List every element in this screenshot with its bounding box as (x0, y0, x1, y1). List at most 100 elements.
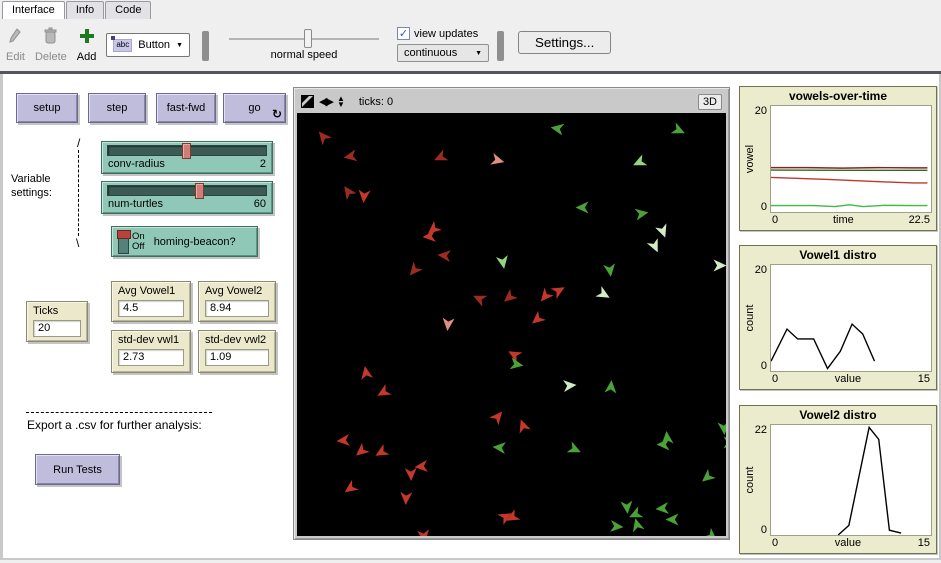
ticks-monitor: Ticks 20 (26, 301, 88, 342)
variable-settings-brace: / \ (69, 136, 89, 258)
tab-info[interactable]: Info (66, 1, 104, 19)
diagonal-split-icon[interactable] (301, 95, 314, 108)
conv-radius-value: 2 (260, 158, 266, 170)
update-mode-dropdown[interactable]: continuous ▼ (397, 44, 489, 62)
toolbar-separator (202, 31, 209, 61)
std-dev-vwl1-label: std-dev vwl1 (118, 334, 184, 346)
tab-interface[interactable]: Interface (2, 1, 65, 19)
plot-vowel1-distro: Vowel1 distro 20 count 0 0 value 15 (739, 245, 937, 390)
homing-beacon-label: homing-beacon? (154, 236, 236, 248)
pencil-icon (7, 23, 23, 49)
x-axis: 0 time 22.5 (744, 213, 932, 228)
turtle (528, 311, 546, 329)
turtle (432, 149, 449, 165)
update-mode-value: continuous (404, 47, 457, 59)
conv-radius-track (107, 145, 267, 156)
plot-title: Vowel1 distro (744, 247, 932, 264)
turtle (417, 529, 431, 536)
plot-vowel2-distro: Vowel2 distro 22 count 0 0 value 15 (739, 405, 937, 554)
turtle (671, 122, 688, 138)
y-axis: 20 vowel 0 (744, 105, 770, 213)
go-button[interactable]: go ↻ (223, 93, 286, 123)
turtle (550, 282, 567, 299)
turtle (339, 183, 356, 201)
delete-button[interactable]: Delete (35, 23, 67, 63)
turtle (703, 528, 721, 536)
turtle (698, 469, 716, 487)
turtle (595, 286, 612, 303)
avg-vowel1-monitor: Avg Vowel1 4.5 (111, 281, 191, 322)
step-button[interactable]: step (88, 93, 146, 123)
switch-knob[interactable] (117, 230, 131, 239)
toolbar: Edit Delete Add abc Button ▼ normal spee… (0, 19, 941, 74)
conv-radius-knob[interactable] (182, 143, 191, 159)
setup-button[interactable]: setup (16, 93, 78, 123)
divider (26, 412, 212, 413)
homing-beacon-switch[interactable]: OnOff homing-beacon? (111, 226, 258, 257)
plot-title: vowels-over-time (744, 88, 932, 105)
turtle (414, 460, 428, 473)
turtle (724, 437, 727, 449)
turtle (647, 238, 663, 255)
turtle (490, 153, 506, 168)
turtle (550, 121, 565, 135)
step-label: step (107, 102, 128, 114)
switch-onoff-labels: OnOff (132, 232, 145, 252)
turtle (603, 263, 617, 278)
turtle (576, 202, 589, 214)
plus-icon (79, 23, 95, 49)
conv-radius-slider[interactable]: conv-radius 2 (101, 141, 273, 174)
world-canvas[interactable] (297, 113, 726, 536)
turtle (492, 441, 506, 454)
turtle (620, 501, 633, 515)
view-3d-button[interactable]: 3D (698, 94, 722, 110)
speed-slider-thumb[interactable] (304, 29, 312, 48)
std-dev-vwl2-monitor: std-dev vwl2 1.09 (198, 330, 276, 373)
speed-slider[interactable] (229, 29, 379, 49)
vertical-arrows-icon[interactable]: ▲▼ (337, 96, 345, 108)
std-dev-vwl1-monitor: std-dev vwl1 2.73 (111, 330, 191, 373)
world-view-header: ◀▶ ▲▼ ticks: 0 3D (297, 90, 726, 113)
turtle (372, 444, 389, 461)
interface-canvas: setup step fast-fwd go ↻ Variable settin… (0, 74, 941, 560)
switch-toggle[interactable] (118, 230, 129, 254)
turtle (441, 318, 454, 332)
num-turtles-slider[interactable]: num-turtles 60 (101, 181, 273, 214)
avg-vowel2-label: Avg Vowel2 (205, 285, 269, 297)
x-axis: 0 value 15 (744, 372, 932, 387)
speed-slider-group: normal speed (229, 29, 379, 61)
avg-vowel2-monitor: Avg Vowel2 8.94 (198, 281, 276, 322)
variable-settings-note: Variable settings: (11, 172, 52, 200)
turtle (655, 223, 671, 239)
tab-code[interactable]: Code (105, 1, 151, 19)
world-ticks-counter: ticks: 0 (359, 96, 393, 108)
avg-vowel2-value: 8.94 (205, 300, 269, 317)
ticks-monitor-value: 20 (33, 320, 81, 337)
view-updates-group: ✓ view updates continuous ▼ (397, 27, 489, 62)
y-axis: 20 count 0 (744, 264, 770, 372)
fast-fwd-button[interactable]: fast-fwd (156, 93, 216, 123)
edit-label: Edit (6, 51, 25, 63)
run-tests-label: Run Tests (53, 464, 102, 476)
add-button[interactable]: Add (77, 23, 97, 63)
widget-chooser-dropdown[interactable]: abc Button ▼ (106, 33, 190, 57)
std-dev-vwl1-value: 2.73 (118, 349, 184, 366)
num-turtles-knob[interactable] (195, 183, 204, 199)
edit-button[interactable]: Edit (6, 23, 25, 63)
toolbar-separator (497, 31, 504, 61)
line-chart (771, 106, 931, 212)
plot-area (770, 105, 932, 213)
chevron-down-icon: ▼ (176, 42, 183, 49)
turtle (515, 417, 531, 433)
plot-area (770, 424, 932, 536)
run-tests-button[interactable]: Run Tests (35, 454, 120, 485)
view-updates-label: view updates (414, 28, 478, 40)
turtle (405, 468, 417, 481)
view-updates-checkbox[interactable]: ✓ (397, 27, 410, 40)
y-axis: 22 count 0 (744, 424, 770, 536)
horizontal-arrows-icon[interactable]: ◀▶ (319, 95, 332, 108)
line-chart (771, 265, 931, 371)
avg-vowel1-label: Avg Vowel1 (118, 285, 184, 297)
avg-vowel1-value: 4.5 (118, 300, 184, 317)
settings-button[interactable]: Settings... (518, 31, 611, 54)
